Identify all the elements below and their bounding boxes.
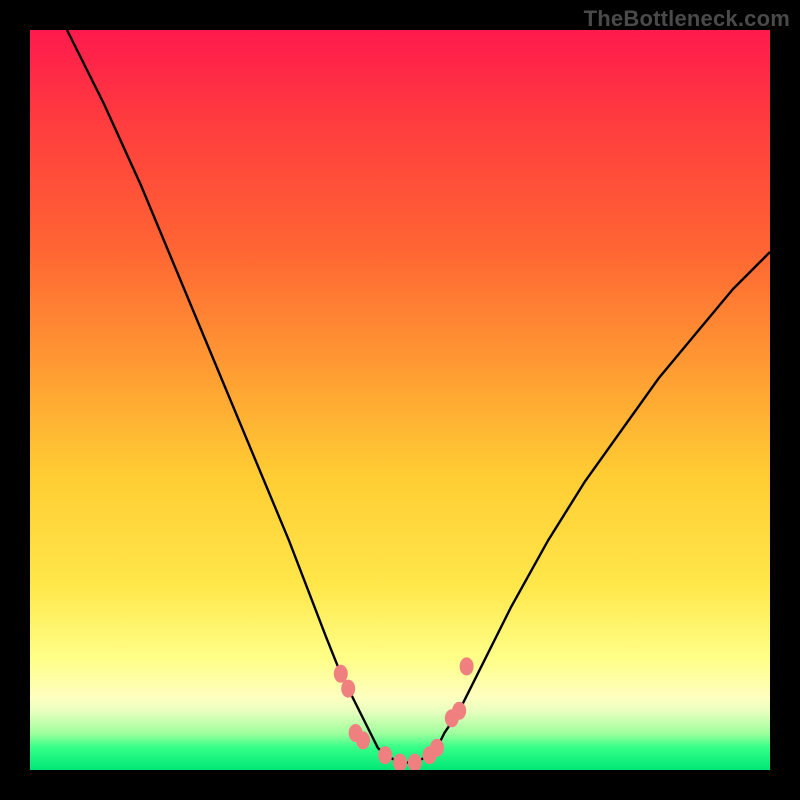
highlight-dot (356, 731, 370, 749)
outer-frame: TheBottleneck.com (0, 0, 800, 800)
watermark-text: TheBottleneck.com (584, 6, 790, 32)
highlight-dot (430, 739, 444, 757)
highlight-dot (334, 665, 348, 683)
bottleneck-curve (67, 30, 770, 763)
highlight-dot (452, 702, 466, 720)
highlight-dot (408, 754, 422, 770)
plot-area (30, 30, 770, 770)
highlight-dot (460, 657, 474, 675)
highlight-dots (334, 657, 474, 770)
highlight-dot (341, 680, 355, 698)
highlight-dot (393, 754, 407, 770)
chart-svg (30, 30, 770, 770)
highlight-dot (378, 746, 392, 764)
